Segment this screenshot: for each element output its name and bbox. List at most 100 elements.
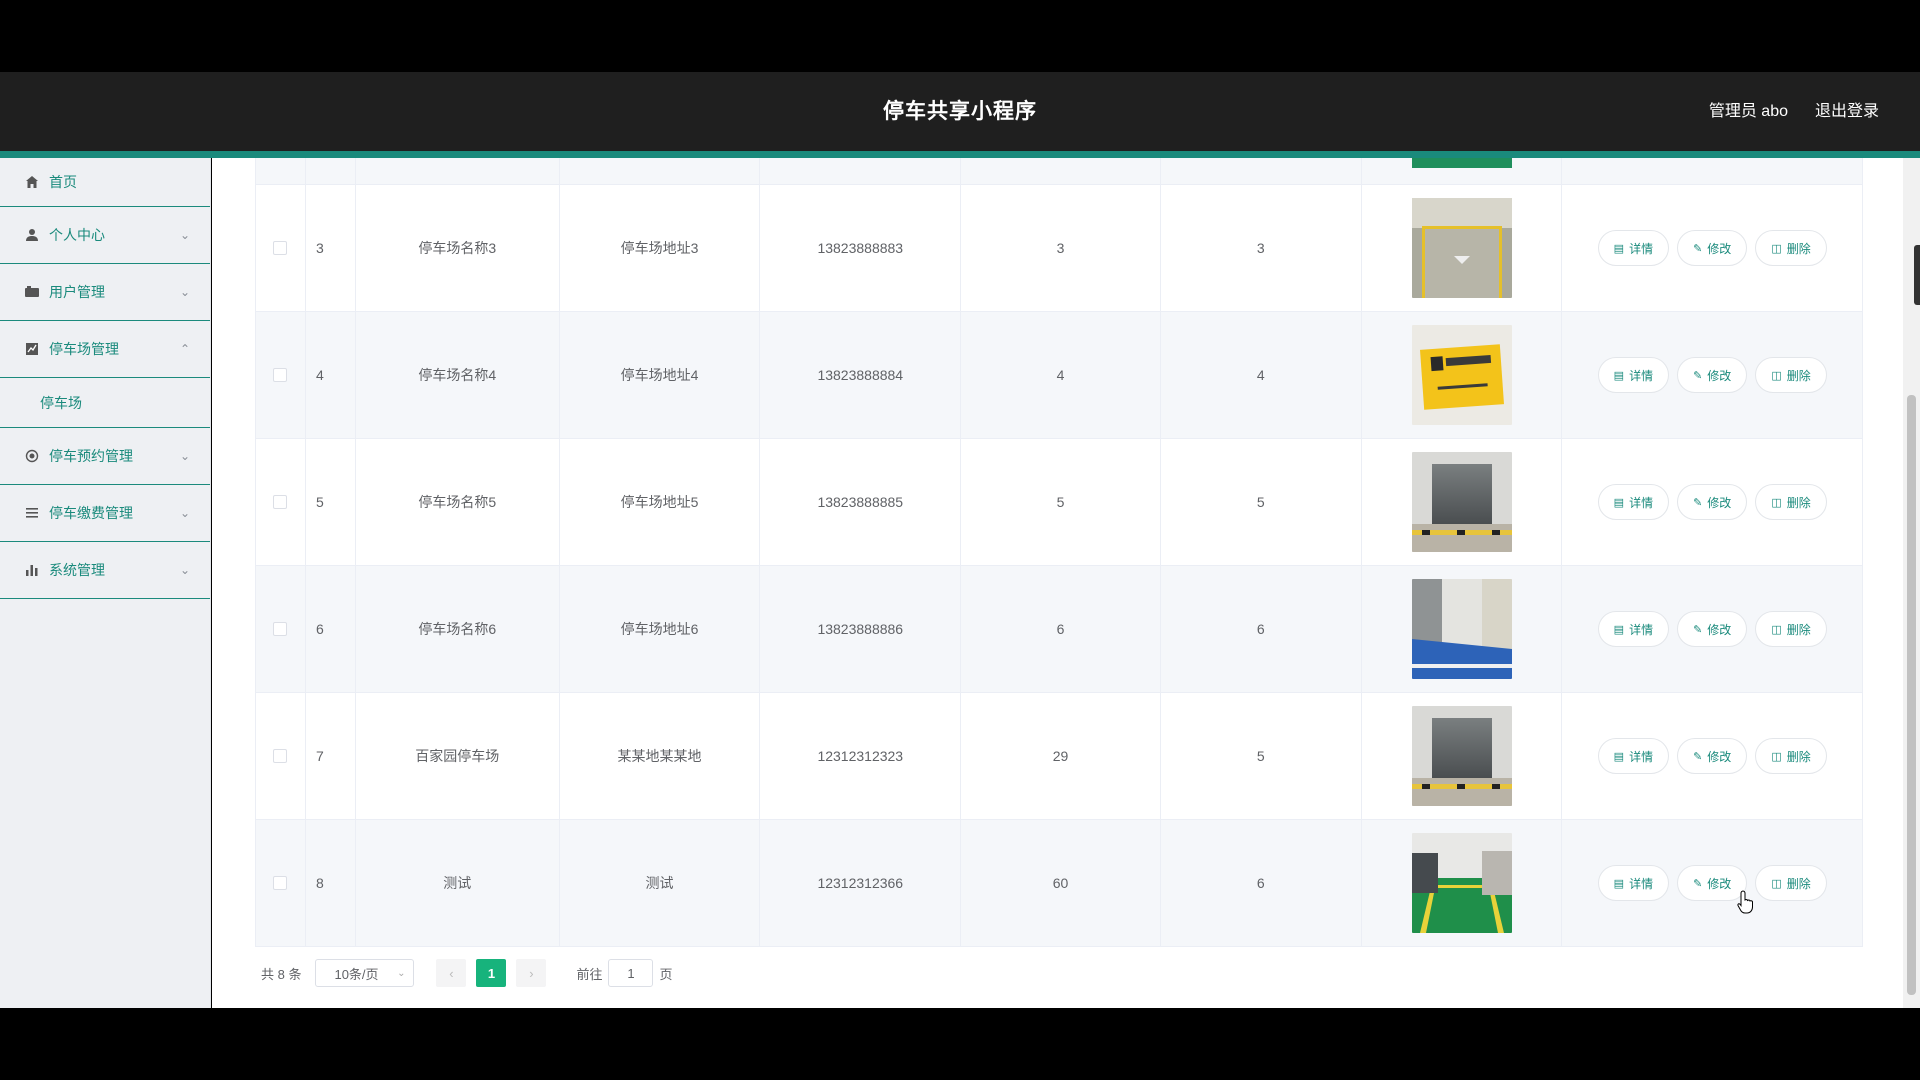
- home-icon: [24, 174, 40, 190]
- user-icon: [24, 227, 40, 243]
- pagination: 共 8 条 10条/页 ⌄ ‹ 1 › 前往 1 页: [255, 958, 673, 988]
- table-row: 4 停车场名称4 停车场地址4 13823888884 4 4 ▤ 详情 ✎ 修改 ◫ 删除: [256, 312, 1862, 439]
- edit-button[interactable]: ✎ 修改: [1677, 484, 1748, 520]
- sidebar-item-label: 停车场管理: [49, 341, 119, 357]
- parking-lot-value-2: 6: [1161, 566, 1362, 692]
- chevron-down-icon: ⌄: [179, 506, 190, 520]
- parking-lot-thumbnail[interactable]: [1411, 452, 1512, 552]
- parking-lot-value-2: 4: [1161, 312, 1362, 438]
- sidebar-item-home[interactable]: 首页: [0, 158, 210, 207]
- page-size-select[interactable]: 10条/页 ⌄: [315, 959, 415, 987]
- parking-lot-name: 百家园停车场: [356, 693, 560, 819]
- page-suffix: 页: [659, 966, 673, 982]
- trash-icon: ◫: [1771, 877, 1782, 890]
- parking-lot-thumbnail[interactable]: [1411, 706, 1512, 806]
- sidebar-item-users[interactable]: 用户管理 ⌄: [0, 264, 210, 321]
- prev-page-button[interactable]: ‹: [436, 959, 467, 987]
- detail-button[interactable]: ▤ 详情: [1597, 865, 1670, 901]
- sidebar-item-system-management[interactable]: 系统管理 ⌄: [0, 542, 210, 599]
- parking-lot-value-2: 3: [1161, 185, 1362, 311]
- edit-button[interactable]: ✎ 修改: [1677, 738, 1748, 774]
- sidebar-item-label: 个人中心: [49, 227, 105, 243]
- document-icon: ▤: [1613, 369, 1625, 382]
- row-checkbox[interactable]: [273, 495, 288, 509]
- detail-button[interactable]: ▤ 详情: [1597, 230, 1670, 266]
- chevron-down-icon: ⌄: [179, 228, 190, 242]
- bar-icon: [24, 562, 40, 578]
- parking-lot-value-1: 29: [961, 693, 1161, 819]
- parking-lot-address: 停车场地址5: [560, 439, 761, 565]
- scrollbar-thumb[interactable]: [1907, 395, 1916, 995]
- next-page-button[interactable]: ›: [516, 959, 547, 987]
- parking-lot-thumbnail[interactable]: [1411, 198, 1512, 298]
- parking-lot-name: 停车场名称6: [356, 566, 560, 692]
- main-content: 3 停车场名称3 停车场地址3 13823888883 3 3 ▤ 详情 ✎ 修改 ◫ 删除 4 停车场名…: [212, 157, 1903, 1008]
- detail-button[interactable]: ▤ 详情: [1597, 484, 1670, 520]
- parking-lot-phone: 13823888886: [760, 566, 962, 692]
- pencil-icon: ✎: [1693, 623, 1703, 636]
- delete-button[interactable]: ◫ 删除: [1755, 484, 1827, 520]
- sidebar-subitem-parking-lot[interactable]: 停车场: [0, 378, 210, 428]
- delete-button[interactable]: ◫ 删除: [1755, 611, 1827, 647]
- edit-button[interactable]: ✎ 修改: [1677, 357, 1748, 393]
- detail-button[interactable]: ▤ 详情: [1597, 738, 1670, 774]
- table-row: 6 停车场名称6 停车场地址6 13823888886 6 6 ▤ 详情 ✎ 修改 ◫ 删除: [256, 566, 1862, 693]
- trash-icon: ◫: [1771, 750, 1782, 763]
- edit-label: 修改: [1707, 241, 1732, 256]
- circle-icon: [24, 448, 40, 464]
- sidebar-item-reservation-management[interactable]: 停车预约管理 ⌄: [0, 428, 210, 485]
- document-icon: ▤: [1613, 750, 1625, 763]
- parking-lot-value-2: 5: [1161, 693, 1362, 819]
- row-checkbox[interactable]: [273, 876, 288, 890]
- parking-lot-phone: 13823888883: [760, 185, 962, 311]
- sidebar-item-label: 系统管理: [49, 562, 105, 578]
- parking-lot-thumbnail[interactable]: [1411, 579, 1512, 679]
- delete-label: 删除: [1786, 876, 1811, 891]
- chevron-down-icon: ⌄: [397, 967, 406, 979]
- app-header: 停车共享小程序 管理员 abo 退出登录: [0, 72, 1920, 151]
- bottom-letterbox: [0, 1008, 1920, 1080]
- sidebar-item-parking-management[interactable]: 停车场管理 ⌃: [0, 321, 210, 378]
- sidebar-item-profile[interactable]: 个人中心 ⌄: [0, 207, 210, 264]
- delete-label: 删除: [1786, 495, 1811, 510]
- goto-page-input[interactable]: 1: [608, 959, 654, 987]
- delete-button[interactable]: ◫ 删除: [1755, 865, 1827, 901]
- edit-button[interactable]: ✎ 修改: [1677, 230, 1748, 266]
- sidebar-item-payment-management[interactable]: 停车缴费管理 ⌄: [0, 485, 210, 542]
- edit-button[interactable]: ✎ 修改: [1677, 611, 1748, 647]
- parking-lot-value-2: 5: [1161, 439, 1362, 565]
- delete-button[interactable]: ◫ 删除: [1755, 230, 1827, 266]
- table-row: 8 测试 测试 12312312366 60 6 ▤ 详情 ✎ 修改 ◫ 删除: [256, 820, 1862, 947]
- sidebar-item-label: 停车缴费管理: [49, 505, 133, 521]
- detail-label: 详情: [1629, 495, 1654, 510]
- sidebar-item-label: 停车预约管理: [49, 448, 133, 464]
- page-number-button[interactable]: 1: [476, 959, 507, 987]
- logout-link[interactable]: 退出登录: [1815, 72, 1879, 151]
- delete-button[interactable]: ◫ 删除: [1755, 738, 1827, 774]
- row-checkbox[interactable]: [273, 749, 288, 763]
- pencil-icon: ✎: [1693, 242, 1703, 255]
- users-icon: [24, 284, 40, 300]
- parking-lot-address: 停车场地址4: [560, 312, 761, 438]
- parking-lot-thumbnail[interactable]: [1411, 833, 1512, 933]
- detail-button[interactable]: ▤ 详情: [1597, 611, 1670, 647]
- parking-lot-phone: 12312312366: [760, 820, 962, 946]
- parking-lot-thumbnail[interactable]: [1411, 325, 1512, 425]
- delete-button[interactable]: ◫ 删除: [1755, 357, 1827, 393]
- delete-label: 删除: [1786, 241, 1811, 256]
- top-letterbox: [0, 0, 1920, 72]
- pencil-icon: ✎: [1693, 877, 1703, 890]
- row-checkbox[interactable]: [273, 622, 288, 636]
- list-icon: [24, 505, 40, 521]
- row-index: 3: [306, 185, 356, 311]
- document-icon: ▤: [1613, 623, 1625, 636]
- parking-lot-address: 停车场地址6: [560, 566, 761, 692]
- page-size-value: 10条/页: [334, 966, 379, 982]
- detail-button[interactable]: ▤ 详情: [1597, 357, 1670, 393]
- row-checkbox[interactable]: [273, 241, 288, 255]
- table-row: 3 停车场名称3 停车场地址3 13823888883 3 3 ▤ 详情 ✎ 修改 ◫ 删除: [256, 185, 1862, 312]
- delete-label: 删除: [1786, 749, 1811, 764]
- row-checkbox[interactable]: [273, 368, 288, 382]
- parking-lot-value-1: 3: [961, 185, 1161, 311]
- edit-label: 修改: [1707, 622, 1732, 637]
